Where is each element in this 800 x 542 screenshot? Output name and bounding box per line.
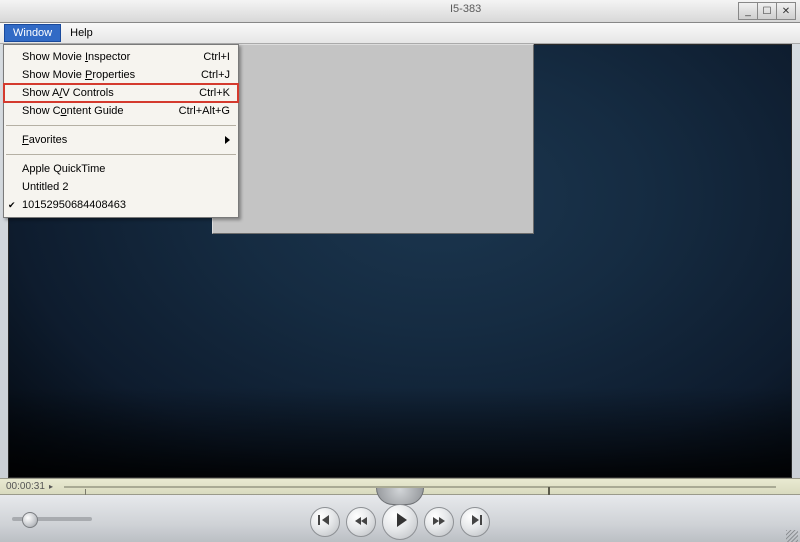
time-separator-icon: ▸ (49, 482, 53, 491)
skip-end-button[interactable] (460, 507, 490, 537)
menu-item-label: Show Movie Properties (22, 69, 135, 81)
fast-forward-icon (433, 516, 445, 528)
titlebar: I5-383 _ ☐ ✕ (0, 0, 800, 23)
minimize-button[interactable]: _ (738, 2, 758, 20)
skip-end-icon (472, 515, 479, 528)
menu-item-shortcut: Ctrl+J (201, 69, 230, 81)
app-window: I5-383 _ ☐ ✕ Window Help Show Movie Insp… (0, 0, 800, 542)
menu-item-label: 10152950684408463 (22, 199, 126, 211)
menu-separator (6, 154, 236, 155)
time-elapsed: 00:00:31 (6, 481, 45, 492)
play-button[interactable] (382, 504, 418, 540)
rewind-button[interactable] (346, 507, 376, 537)
menu-recent-untitled-2[interactable]: Untitled 2 (4, 178, 238, 196)
rewind-icon (355, 516, 367, 528)
menu-item-shortcut: Ctrl+I (203, 51, 230, 63)
secondary-panel (212, 44, 534, 234)
scrub-knob[interactable] (376, 488, 424, 505)
skip-start-icon (322, 515, 329, 528)
window-menu-dropdown: Show Movie Inspector Ctrl+I Show Movie P… (3, 44, 239, 218)
menu-item-label: Favorites (22, 134, 67, 146)
menu-show-content-guide[interactable]: Show Content Guide Ctrl+Alt+G (4, 102, 238, 120)
checkmark-icon: ✔ (8, 200, 16, 211)
menu-favorites[interactable]: Favorites (4, 131, 238, 149)
menu-help[interactable]: Help (61, 24, 102, 42)
menu-separator (6, 125, 236, 126)
close-button[interactable]: ✕ (776, 2, 796, 20)
menu-item-label: Show A/V Controls (22, 87, 114, 99)
video-gradient (9, 387, 791, 477)
transport-buttons (310, 504, 490, 540)
fast-forward-button[interactable] (424, 507, 454, 537)
menu-item-label: Show Movie Inspector (22, 51, 130, 63)
transport-row (0, 495, 800, 542)
player-controls: 00:00:31 ▸ (0, 478, 800, 542)
menu-recent-apple-quicktime[interactable]: Apple QuickTime (4, 160, 238, 178)
menu-item-shortcut: Ctrl+Alt+G (179, 105, 230, 117)
menu-show-movie-inspector[interactable]: Show Movie Inspector Ctrl+I (4, 48, 238, 66)
volume-thumb[interactable] (22, 512, 38, 528)
menu-item-shortcut: Ctrl+K (199, 87, 230, 99)
menubar: Window Help (0, 23, 800, 44)
skip-start-button[interactable] (310, 507, 340, 537)
menu-item-label: Show Content Guide (22, 105, 124, 117)
menu-show-av-controls[interactable]: Show A/V Controls Ctrl+K (4, 84, 238, 102)
resize-grip-icon[interactable] (786, 530, 798, 542)
menu-recent-numeric[interactable]: ✔ 10152950684408463 (4, 196, 238, 214)
menu-item-label: Apple QuickTime (22, 163, 105, 175)
menu-window[interactable]: Window (4, 24, 61, 42)
menu-show-movie-properties[interactable]: Show Movie Properties Ctrl+J (4, 66, 238, 84)
submenu-arrow-icon (225, 136, 230, 144)
menu-item-label: Untitled 2 (22, 181, 68, 193)
window-title: I5-383 (450, 3, 481, 15)
maximize-button[interactable]: ☐ (757, 2, 777, 20)
volume-slider[interactable] (12, 517, 92, 521)
window-buttons: _ ☐ ✕ (739, 2, 796, 20)
play-icon (394, 513, 407, 530)
